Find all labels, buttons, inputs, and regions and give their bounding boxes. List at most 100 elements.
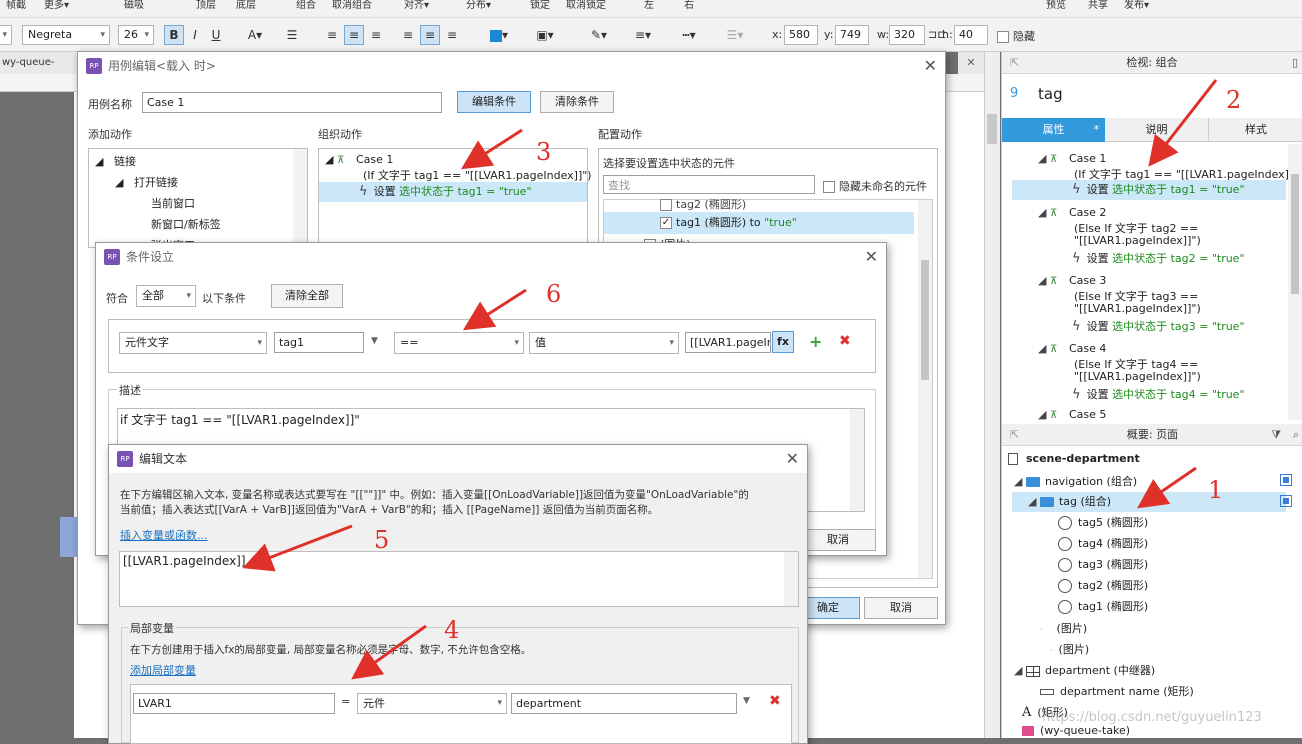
action-open-link[interactable]: ◢ 打开链接 — [115, 174, 178, 190]
hide-checkbox[interactable]: 隐藏 — [997, 28, 1035, 44]
close-tab-icon[interactable]: ✕ — [958, 52, 984, 74]
collapse-icon[interactable]: ⇱ — [1010, 52, 1019, 74]
action-link[interactable]: ◢ 链接 — [95, 153, 136, 169]
value-type-select[interactable]: 值 ▾ — [529, 332, 679, 354]
align-center-icon[interactable]: ≡ — [344, 25, 364, 45]
match-select[interactable]: 全部 ▾ — [136, 285, 196, 307]
cancel-button[interactable]: 取消 — [864, 597, 938, 619]
view-toggle-icon[interactable] — [1280, 495, 1292, 507]
align-left-icon[interactable]: ≡ — [322, 25, 342, 45]
valign-middle-icon[interactable]: ≡ — [420, 25, 440, 45]
line-width-button[interactable]: ≡▾ — [626, 25, 660, 45]
variable-target-input[interactable]: department — [511, 693, 737, 714]
condition-cancel-button[interactable]: 取消 — [800, 529, 876, 551]
font-family-select[interactable]: Negreta ▾ — [22, 25, 110, 45]
case-row-2[interactable]: ◢ ⊼ Case 2 — [1038, 206, 1106, 219]
widget-tag2[interactable]: tag2 (椭圆形) — [660, 196, 746, 212]
outline-navigation[interactable]: ◢ navigation (组合) — [1014, 473, 1137, 489]
tb-top-12[interactable]: 右 — [684, 0, 694, 11]
variable-name-input[interactable]: LVAR1 — [133, 693, 335, 714]
tb-top-9[interactable]: 锁定 — [530, 0, 550, 11]
tree-scrollbar[interactable] — [293, 149, 307, 247]
add-condition-icon[interactable]: + — [809, 332, 822, 351]
outline-image-2[interactable]: · (图片) — [1050, 641, 1089, 657]
arrow-style-button[interactable]: ☰▾ — [718, 25, 752, 45]
case-action-1[interactable]: ϟ 设置 选中状态于 tag1 = "true" — [1012, 180, 1286, 200]
outline-department-name[interactable]: department name (矩形) — [1040, 683, 1194, 699]
case-row-3[interactable]: ◢ ⊼ Case 3 — [1038, 274, 1106, 287]
org-action-row[interactable]: ϟ 设置 选中状态于 tag1 = "true" — [319, 182, 587, 202]
font-color-button[interactable]: A▾ — [238, 25, 272, 45]
case-action-4[interactable]: ϟ 设置 选中状态于 tag4 = "true" — [1072, 386, 1245, 402]
tb-top-5[interactable]: 组合 — [296, 0, 316, 11]
align-right-icon[interactable]: ≡ — [366, 25, 386, 45]
clear-condition-button[interactable]: 清除条件 — [540, 91, 614, 113]
close-icon[interactable]: ✕ — [924, 52, 937, 80]
edit-condition-button[interactable]: 编辑条件 — [457, 91, 531, 113]
bold-button[interactable]: B — [164, 25, 184, 45]
widget-name[interactable]: tag — [1038, 85, 1063, 103]
condition-value-input[interactable]: [[LVAR1.pageIndex]] — [685, 332, 771, 353]
canvas-scrollbar[interactable] — [984, 52, 1000, 738]
case-row-1[interactable]: ◢ ⊼ Case 1 — [1038, 152, 1106, 165]
outline-tag3[interactable]: tag3 (椭圆形) — [1058, 556, 1148, 572]
h-field[interactable]: 40 — [954, 25, 988, 45]
condition-widget-input[interactable]: tag1 — [274, 332, 364, 353]
line-color-button[interactable]: ✎▾ — [582, 25, 616, 45]
shadow-button[interactable]: ▣▾ — [528, 25, 562, 45]
collapse-icon[interactable]: ⇱ — [1010, 424, 1019, 446]
tab-properties[interactable]: 属性 * — [1002, 118, 1105, 142]
tb-top-13[interactable]: 预览 — [1046, 0, 1066, 11]
valign-top-icon[interactable]: ≡ — [398, 25, 418, 45]
target-dropdown-icon[interactable]: ▼ — [743, 696, 750, 706]
fx-button[interactable]: fx — [772, 331, 794, 353]
outline-tag-group[interactable]: ◢ tag (组合) — [1012, 492, 1286, 512]
case-row-5[interactable]: ◢ ⊼ Case 5 — [1038, 408, 1106, 420]
tab-style[interactable]: 样式 — [1209, 118, 1302, 142]
tb-top-15[interactable]: 发布▾ — [1124, 0, 1149, 11]
view-toggle-icon[interactable] — [1280, 474, 1292, 486]
filter-icon[interactable]: ⧩ — [1271, 424, 1281, 446]
tb-top-3[interactable]: 顶层 — [196, 0, 216, 11]
style-select[interactable]: ▾ — [0, 25, 12, 45]
action-current-window[interactable]: 当前窗口 — [151, 195, 195, 211]
italic-button[interactable]: I — [185, 25, 205, 45]
canvas-tab[interactable]: wy-queue-bottom — [0, 52, 78, 90]
tb-top-1[interactable]: 更多▾ — [44, 0, 69, 11]
outline-page[interactable]: scene-department — [1008, 452, 1140, 465]
tb-top-6[interactable]: 取消组合 — [332, 0, 372, 11]
hide-unnamed-checkbox[interactable]: 隐藏未命名的元件 — [823, 178, 927, 194]
org-case-row[interactable]: ◢ ⊼ Case 1 — [325, 153, 393, 166]
close-icon[interactable]: ✕ — [865, 243, 878, 271]
tb-top-14[interactable]: 共享 — [1088, 0, 1108, 11]
tb-top-4[interactable]: 底层 — [236, 0, 256, 11]
case-row-4[interactable]: ◢ ⊼ Case 4 — [1038, 342, 1106, 355]
close-icon[interactable]: ✕ — [786, 445, 799, 473]
page-icon[interactable]: ▯ — [1292, 52, 1298, 74]
outline-wy-queue[interactable]: (wy-queue-take) — [1022, 724, 1130, 737]
outline-tag5[interactable]: tag5 (椭圆形) — [1058, 514, 1148, 530]
text-editor-scrollbar[interactable] — [784, 552, 798, 606]
insert-variable-link[interactable]: 插入变量或函数... — [120, 527, 208, 543]
case-action-2[interactable]: ϟ 设置 选中状态于 tag2 = "true" — [1072, 250, 1245, 266]
outline-tag2[interactable]: tag2 (椭圆形) — [1058, 577, 1148, 593]
case-action-3[interactable]: ϟ 设置 选中状态于 tag3 = "true" — [1072, 318, 1245, 334]
fill-color-button[interactable]: ▾ — [482, 25, 516, 45]
tb-top-0[interactable]: 帧截 — [6, 0, 26, 11]
tb-top-10[interactable]: 取消锁定 — [566, 0, 606, 11]
widget-tag1[interactable]: ✓ tag1 (椭圆形) to "true" — [604, 212, 914, 234]
clear-all-button[interactable]: 清除全部 — [271, 284, 343, 308]
text-editor[interactable]: [[LVAR1.pageIndex]] — [119, 551, 799, 607]
w-field[interactable]: 320 — [889, 25, 925, 45]
case-name-input[interactable]: Case 1 — [142, 92, 442, 113]
tb-top-7[interactable]: 对齐▾ — [404, 0, 429, 11]
condition-field-select[interactable]: 元件文字 ▾ — [119, 332, 267, 354]
outline-tag1[interactable]: tag1 (椭圆形) — [1058, 598, 1148, 614]
outline-image-1[interactable]: · (图片) — [1040, 620, 1087, 636]
description-scrollbar[interactable] — [850, 409, 864, 511]
cases-scrollbar[interactable] — [1288, 144, 1302, 420]
outline-tag4[interactable]: tag4 (椭圆形) — [1058, 535, 1148, 551]
tab-notes[interactable]: 说明 — [1105, 118, 1209, 142]
tb-top-8[interactable]: 分布▾ — [466, 0, 491, 11]
y-field[interactable]: 749 — [835, 25, 869, 45]
